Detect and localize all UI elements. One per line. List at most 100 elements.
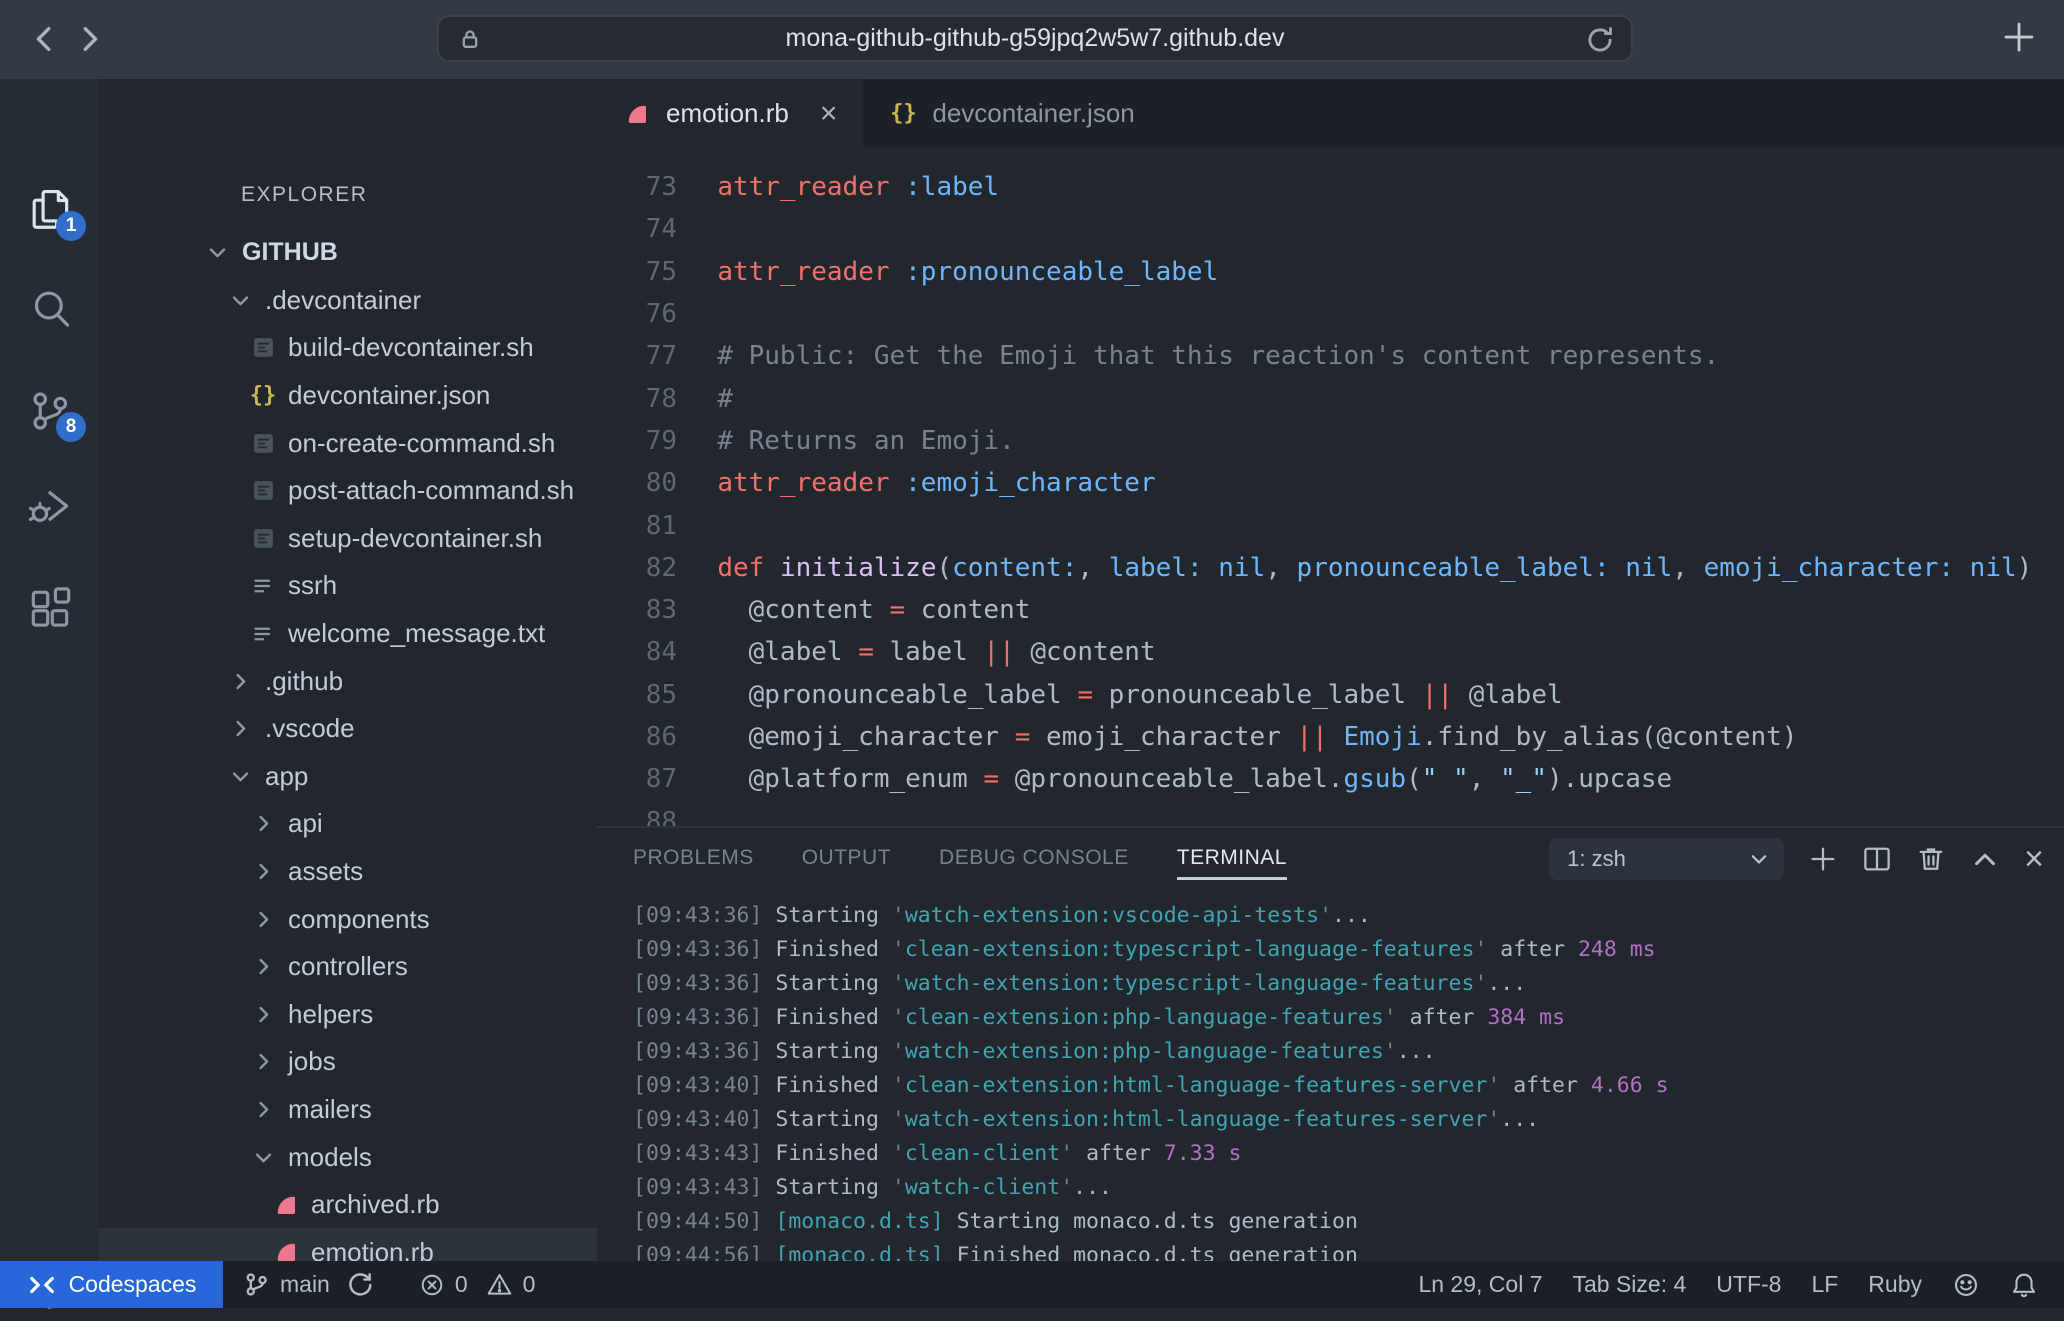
tree-item-GITHUB[interactable]: GITHUB	[99, 229, 597, 277]
tree-item-assets[interactable]: assets	[99, 848, 597, 896]
tree-item-.vscode[interactable]: .vscode	[99, 705, 597, 753]
activity-explorer[interactable]: 1	[0, 183, 99, 237]
tree-item-api[interactable]: api	[99, 800, 597, 848]
tree-item-jobs[interactable]: jobs	[99, 1038, 597, 1086]
tree-item-archived.rb[interactable]: archived.rb	[99, 1181, 597, 1229]
tree-item-devcontainer.json[interactable]: {}devcontainer.json	[99, 372, 597, 420]
shell-file-icon	[249, 335, 277, 360]
code-line-77: 77 # Public: Get the Emoji that this rea…	[597, 335, 2064, 377]
line-number: 80	[597, 468, 677, 498]
tab-size[interactable]: Tab Size: 4	[1572, 1271, 1686, 1298]
tree-item-app[interactable]: app	[99, 753, 597, 801]
codespaces-button[interactable]: Codespaces	[0, 1261, 223, 1308]
code-line-74: 74	[597, 208, 2064, 250]
code-editor[interactable]: 73 attr_reader :label7475 attr_reader :p…	[597, 148, 2064, 844]
terminal-output[interactable]: [09:43:36] Starting 'watch-extension:vsc…	[633, 898, 2064, 1261]
eol[interactable]: LF	[1811, 1271, 1838, 1298]
tree-item-helpers[interactable]: helpers	[99, 991, 597, 1039]
chevron-down-icon	[1748, 848, 1770, 870]
tree-item-.devcontainer[interactable]: .devcontainer	[99, 277, 597, 325]
close-tab-icon[interactable]: ×	[820, 99, 838, 129]
code-line-85: 85 @pronounceable_label = pronounceable_…	[597, 674, 2064, 716]
terminal-select[interactable]: 1: zsh	[1549, 838, 1784, 880]
new-tab-icon[interactable]	[1996, 14, 2042, 60]
activity-extensions[interactable]	[0, 582, 99, 636]
notifications-bell-icon[interactable]	[2010, 1271, 2038, 1299]
chevron-right-icon	[249, 860, 277, 883]
tree-item-components[interactable]: components	[99, 895, 597, 943]
tree-item-emotion.rb[interactable]: emotion.rb	[99, 1228, 597, 1261]
line-number: 77	[597, 341, 677, 371]
panel-tab-problems[interactable]: PROBLEMS	[633, 846, 754, 880]
cursor-position[interactable]: Ln 29, Col 7	[1418, 1271, 1542, 1298]
code-line-76: 76	[597, 293, 2064, 335]
terminal-line: [09:43:36] Starting 'watch-extension:typ…	[633, 966, 2064, 1000]
activity-run-debug[interactable]	[0, 479, 99, 533]
file-tree: GITHUB .devcontainer build-devcontainer.sh…	[99, 229, 597, 1261]
language-mode[interactable]: Ruby	[1868, 1271, 1922, 1298]
encoding[interactable]: UTF-8	[1716, 1271, 1781, 1298]
code-line-84: 84 @label = label || @content	[597, 631, 2064, 673]
terminal-line: [09:43:40] Finished 'clean-extension:htm…	[633, 1068, 2064, 1102]
tab-emotion.rb[interactable]: emotion.rb×	[597, 79, 863, 148]
tree-item-welcome_message.txt[interactable]: welcome_message.txt	[99, 610, 597, 658]
close-panel-icon[interactable]: ×	[2024, 842, 2044, 876]
tree-item-label: post-attach-command.sh	[288, 475, 574, 506]
shell-file-icon	[249, 526, 277, 551]
url-bar[interactable]: mona-github-github-g59jpq2w5w7.github.de…	[437, 15, 1633, 62]
panel-tab-terminal[interactable]: TERMINAL	[1177, 846, 1287, 880]
tree-item-models[interactable]: models	[99, 1133, 597, 1181]
feedback-smiley-icon[interactable]	[1952, 1271, 1980, 1299]
chevron-right-icon	[249, 908, 277, 931]
trash-icon[interactable]	[1916, 844, 1946, 874]
tree-item-label: mailers	[288, 1094, 372, 1125]
code-line-79: 79 # Returns an Emoji.	[597, 420, 2064, 462]
terminal-line: [09:43:40] Starting 'watch-extension:htm…	[633, 1102, 2064, 1136]
tree-item-post-attach-command.sh[interactable]: post-attach-command.sh	[99, 467, 597, 515]
line-number: 78	[597, 384, 677, 414]
error-count: 0	[455, 1271, 468, 1298]
tree-item-label: helpers	[288, 999, 373, 1030]
tree-item-label: build-devcontainer.sh	[288, 332, 534, 363]
tree-item-controllers[interactable]: controllers	[99, 943, 597, 991]
back-icon[interactable]	[30, 24, 60, 54]
terminal-select-label: 1: zsh	[1567, 846, 1748, 872]
refresh-icon[interactable]	[1585, 25, 1615, 55]
tree-item-build-devcontainer.sh[interactable]: build-devcontainer.sh	[99, 324, 597, 372]
panel-tab-bar: PROBLEMS OUTPUT DEBUG CONSOLE TERMINAL	[633, 846, 1287, 880]
code-line-75: 75 attr_reader :pronounceable_label	[597, 251, 2064, 293]
branch-status[interactable]: main	[243, 1271, 374, 1299]
maximize-panel-icon[interactable]	[1970, 844, 2000, 874]
tree-item-label: on-create-command.sh	[288, 428, 555, 459]
tab-devcontainer.json[interactable]: {}devcontainer.json	[863, 79, 1160, 148]
activity-bar: 1 8 ⚙	[0, 79, 99, 1261]
code-line-87: 87 @platform_enum = @pronounceable_label…	[597, 758, 2064, 800]
forward-icon[interactable]	[74, 24, 104, 54]
split-terminal-icon[interactable]	[1862, 844, 1892, 874]
chevron-right-icon	[249, 1003, 277, 1026]
url-text: mona-github-github-g59jpq2w5w7.github.de…	[439, 24, 1631, 53]
explorer-sidebar: EXPLORER GITHUB.devcontainerbuild-devcon…	[99, 79, 597, 1261]
tree-item-ssrh[interactable]: ssrh	[99, 562, 597, 610]
shell-file-icon	[249, 431, 277, 456]
tree-item-mailers[interactable]: mailers	[99, 1086, 597, 1134]
panel-tab-output[interactable]: OUTPUT	[802, 846, 891, 880]
bottom-panel: PROBLEMS OUTPUT DEBUG CONSOLE TERMINAL 1: z…	[597, 826, 2064, 1261]
tree-item-on-create-command.sh[interactable]: on-create-command.sh	[99, 419, 597, 467]
new-terminal-icon[interactable]	[1808, 844, 1838, 874]
panel-tab-debug-console[interactable]: DEBUG CONSOLE	[939, 846, 1129, 880]
code-line-80: 80 attr_reader :emoji_character	[597, 462, 2064, 504]
activity-source-control[interactable]: 8	[0, 384, 99, 438]
tree-item-label: emotion.rb	[311, 1237, 434, 1261]
tree-item-label: welcome_message.txt	[288, 618, 545, 649]
terminal-line: [09:44:50] [monaco.d.ts] Starting monaco…	[633, 1204, 2064, 1238]
line-number: 82	[597, 553, 677, 583]
problems-status[interactable]: 0 0	[419, 1271, 536, 1298]
chevron-right-icon	[226, 717, 254, 740]
activity-search[interactable]	[0, 282, 99, 336]
extensions-icon	[27, 586, 73, 632]
tree-item-setup-devcontainer.sh[interactable]: setup-devcontainer.sh	[99, 515, 597, 563]
tree-item-label: app	[265, 761, 308, 792]
tree-item-label: GITHUB	[242, 238, 338, 267]
tree-item-.github[interactable]: .github	[99, 657, 597, 705]
